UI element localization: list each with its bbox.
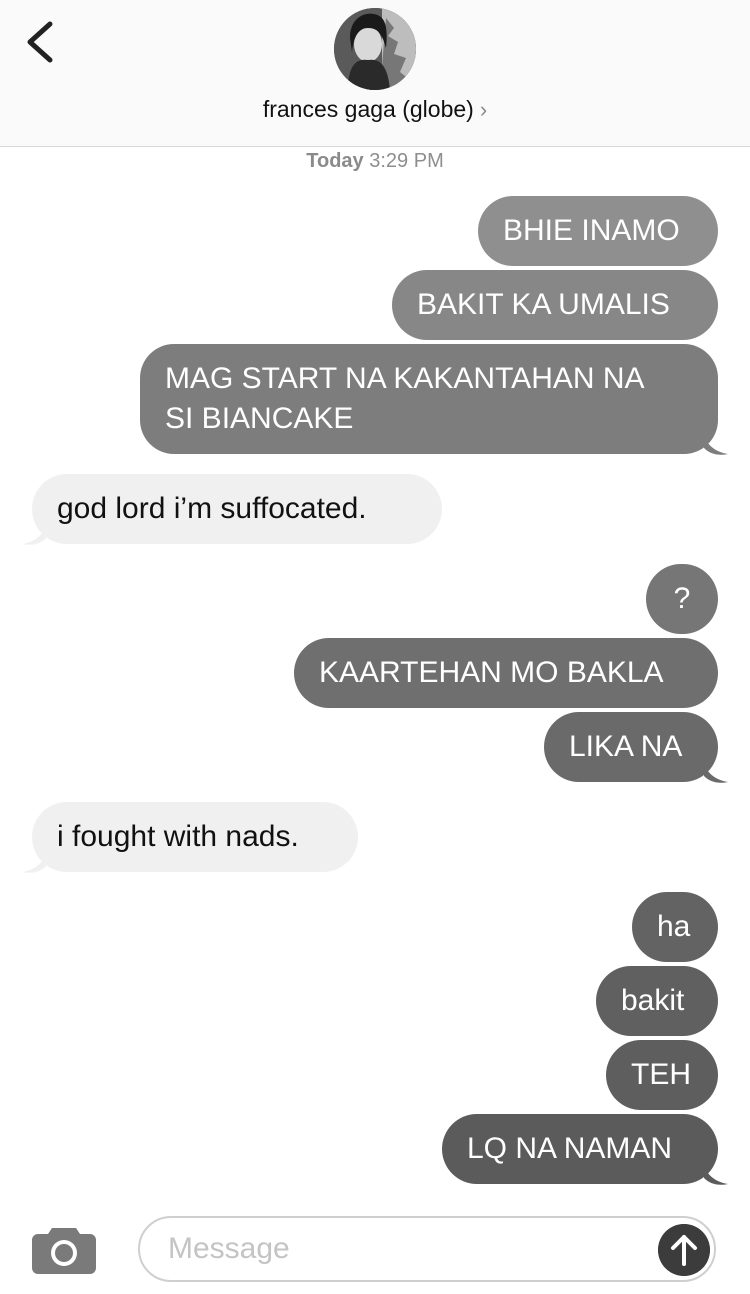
message-text: ha <box>657 910 691 943</box>
timestamp: Today 3:29 PM <box>0 150 750 173</box>
message-text: i fought with nads. <box>57 820 299 853</box>
message-input[interactable]: Message <box>138 1216 716 1282</box>
arrow-up-icon[interactable] <box>658 1224 710 1276</box>
message-text: god lord i’m suffocated. <box>57 492 367 525</box>
message-text-line: SI BIANCAKE <box>165 402 354 435</box>
sent-message-bubble[interactable]: TEH <box>606 1040 718 1110</box>
message-text: BAKIT KA UMALIS <box>417 288 670 321</box>
bubble-tail <box>704 1166 728 1185</box>
message-text: BHIE INAMO <box>503 214 680 247</box>
sent-message-bubble[interactable]: KAARTEHAN MO BAKLA <box>294 638 718 708</box>
message-text: bakit <box>621 984 685 1017</box>
received-message-bubble[interactable]: god lord i’m suffocated. <box>32 474 442 544</box>
message-text: LQ NA NAMAN <box>467 1132 673 1165</box>
message-text-line: MAG START NA KAKANTAHAN NA <box>165 362 645 395</box>
received-message-bubble[interactable]: i fought with nads. <box>32 802 358 872</box>
message-text: KAARTEHAN MO BAKLA <box>319 656 664 689</box>
message-input-placeholder: Message <box>168 1232 290 1265</box>
sent-message-bubble[interactable]: LIKA NA <box>544 712 718 782</box>
conversation-header: frances gaga (globe) › <box>0 0 750 147</box>
chevron-right-icon: › <box>479 97 488 122</box>
message-text: ? <box>673 582 691 615</box>
camera-icon[interactable] <box>32 1222 96 1274</box>
timestamp-time: 3:29 PM <box>369 150 444 172</box>
avatar-photo-icon <box>334 8 416 90</box>
sent-message-bubble[interactable]: bakit <box>596 966 718 1036</box>
bubble-tail <box>22 526 46 545</box>
timestamp-day: Today <box>306 150 364 172</box>
bubble-tail <box>22 854 46 873</box>
sent-message-bubble[interactable]: ? <box>646 564 718 634</box>
bubble-tail <box>704 764 728 783</box>
bubble-tail <box>704 436 728 455</box>
sent-message-bubble[interactable]: BHIE INAMO <box>478 196 718 266</box>
sent-message-bubble[interactable]: BAKIT KA UMALIS <box>392 270 718 340</box>
message-text: TEH <box>631 1058 691 1091</box>
contact-name-row[interactable]: frances gaga (globe) › <box>0 96 750 123</box>
contact-name[interactable]: frances gaga (globe) <box>263 96 474 122</box>
sent-message-bubble[interactable]: ha <box>632 892 718 962</box>
sent-message-bubble[interactable]: MAG START NA KAKANTAHAN NA SI BIANCAKE <box>140 344 718 454</box>
avatar[interactable] <box>334 8 416 90</box>
sent-message-bubble[interactable]: LQ NA NAMAN <box>442 1114 718 1184</box>
chevron-left-icon[interactable] <box>22 18 62 66</box>
message-text: LIKA NA <box>569 730 683 763</box>
